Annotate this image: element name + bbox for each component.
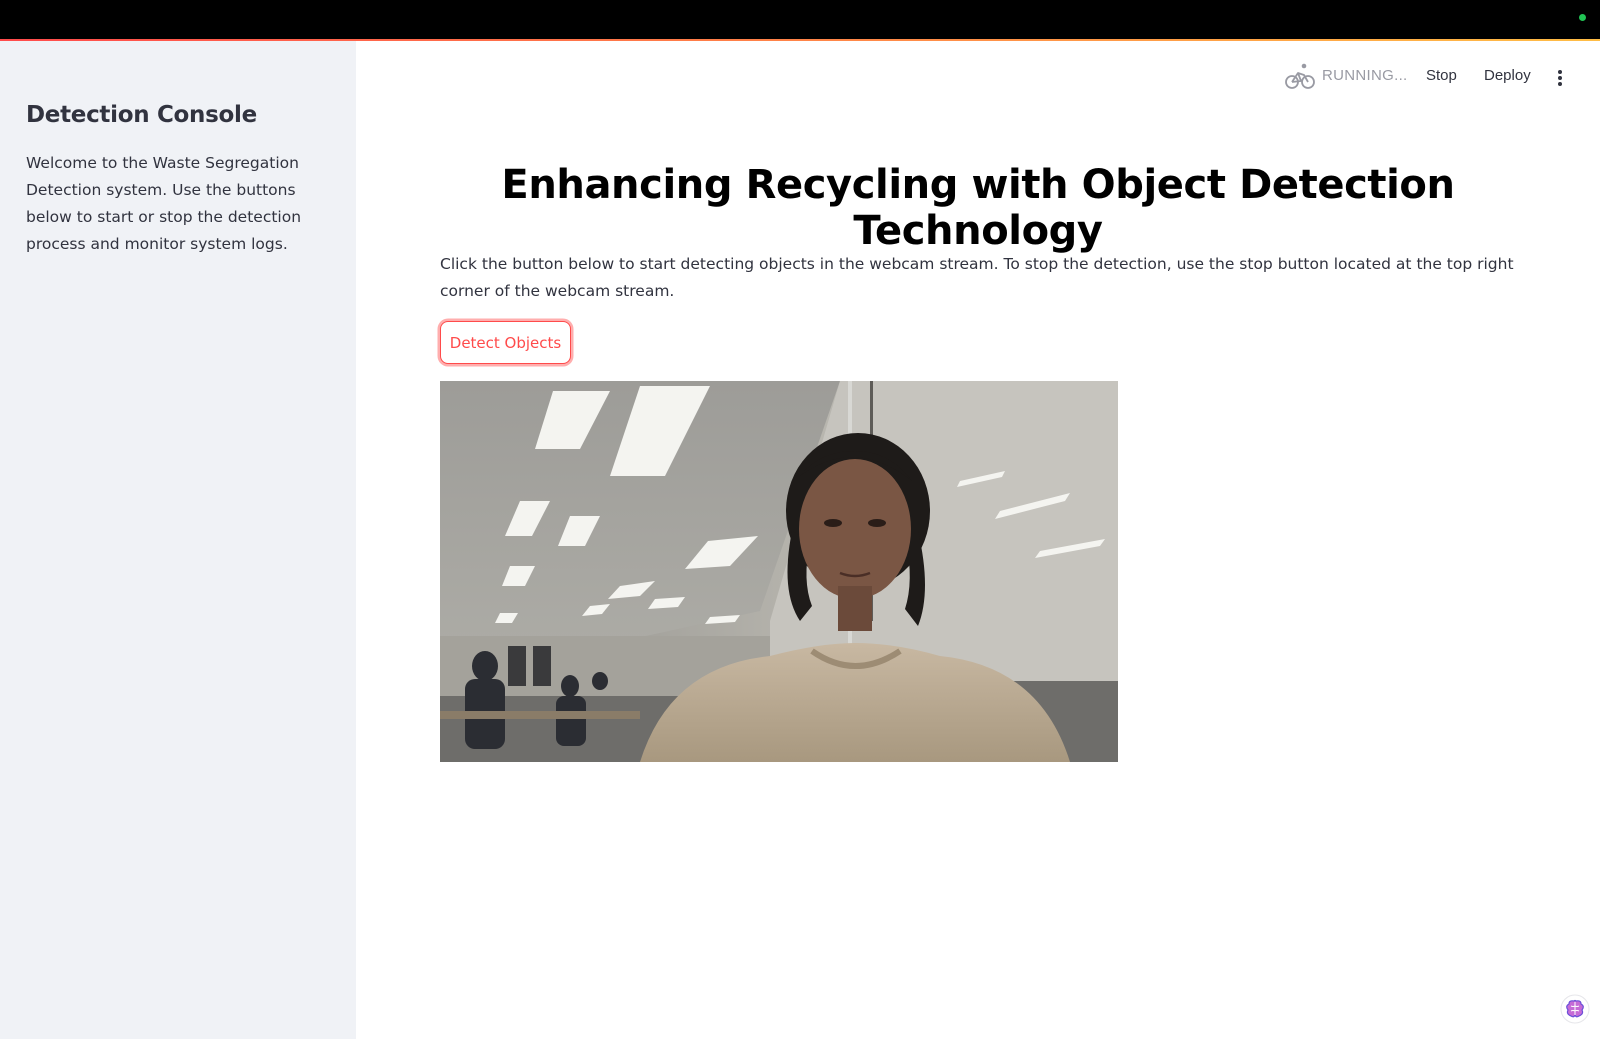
status-dot-icon: [1579, 14, 1586, 21]
webcam-frame-illustration: [440, 381, 1118, 762]
instructions-text: Click the button below to start detectin…: [440, 255, 1514, 300]
running-status-icon: [1285, 63, 1315, 89]
page-title: Enhancing Recycling with Object Detectio…: [501, 162, 1455, 254]
brain-icon[interactable]: [1560, 994, 1590, 1024]
webcam-image: [440, 381, 1118, 762]
sidebar-title: Detection Console: [26, 102, 257, 128]
running-status-text: RUNNING...: [1322, 67, 1408, 84]
sidebar-description: Welcome to the Waste Segregation Detecti…: [26, 154, 302, 253]
main-menu-icon[interactable]: [1548, 62, 1572, 90]
stop-button[interactable]: Stop: [1420, 60, 1463, 92]
detect-objects-button[interactable]: Detect Objects: [440, 321, 571, 364]
browser-topbar: [0, 0, 1600, 40]
deploy-button[interactable]: Deploy: [1478, 60, 1537, 92]
